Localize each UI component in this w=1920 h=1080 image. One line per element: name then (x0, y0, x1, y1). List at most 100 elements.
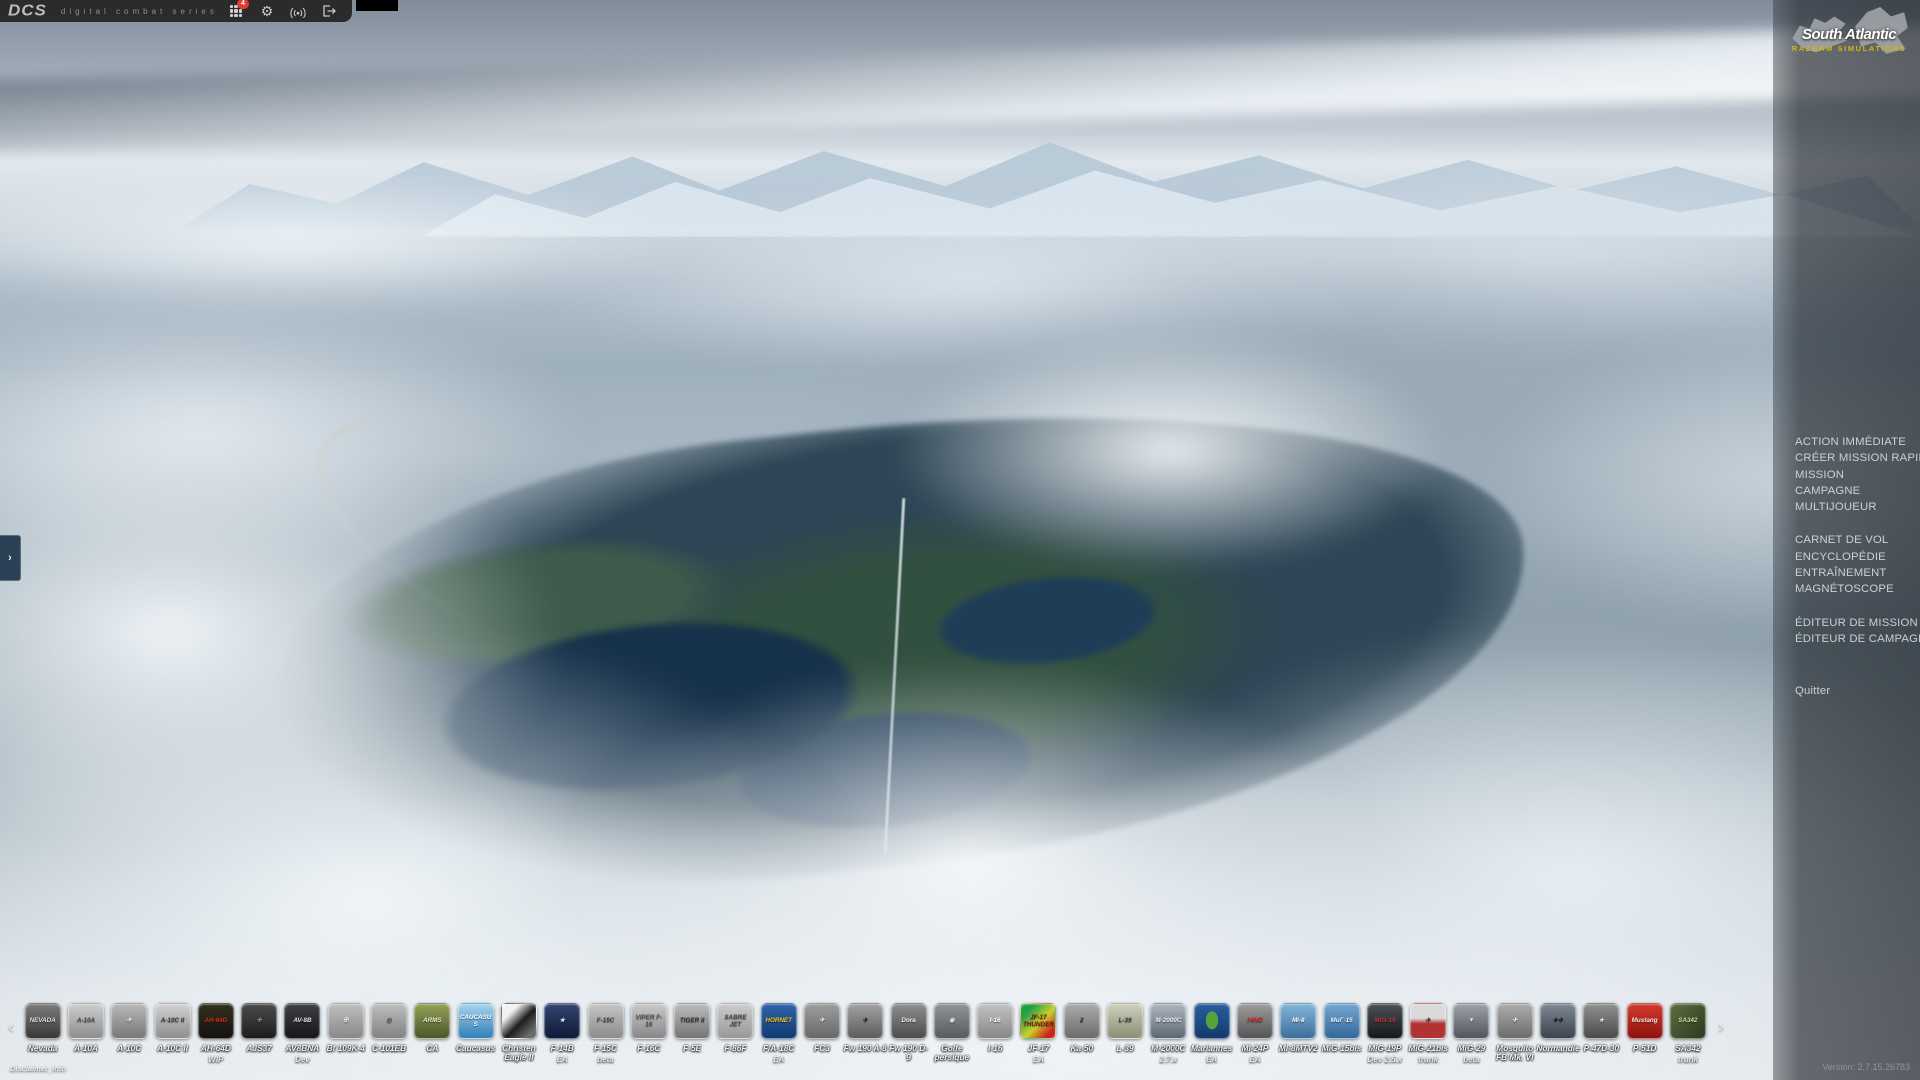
disclaimer-link[interactable]: Disclaimer_Info (10, 1064, 66, 1073)
module-f-16c[interactable]: VIPER F-16F-16C (627, 1003, 670, 1064)
module-mariannes[interactable]: MariannesEA (1190, 1003, 1233, 1064)
menu-item-action-immediate[interactable]: ACTION IMMÉDIATE (1795, 434, 1920, 450)
module-icon[interactable]: Mustang (1627, 1003, 1663, 1039)
module-icon[interactable]: ✈ (804, 1003, 840, 1039)
module-icon[interactable]: ✈ (1410, 1003, 1446, 1039)
module-f-a-18c[interactable]: HORNETF/A-18CEA (757, 1003, 800, 1064)
module-icon[interactable]: ARMS (414, 1003, 450, 1039)
module-icon[interactable]: ◉ (934, 1003, 970, 1039)
module-icon[interactable]: Mi-8 (1280, 1003, 1316, 1039)
module-icon[interactable]: JF-17 THUNDER (1020, 1003, 1056, 1039)
module-christen-eagle-ii[interactable]: Christen Eagle II (497, 1003, 540, 1064)
module-jf-17[interactable]: JF-17 THUNDERJF-17EA (1017, 1003, 1060, 1064)
menu-item-mission[interactable]: MISSION (1795, 467, 1920, 483)
module-icon[interactable]: ★ (1583, 1003, 1619, 1039)
module-p-51d[interactable]: MustangP-51D (1623, 1003, 1666, 1064)
menu-item-carnet-de-vol[interactable]: CARNET DE VOL (1795, 532, 1920, 548)
module-icon[interactable]: CAUCASUS (458, 1003, 494, 1039)
module-icon[interactable]: AV-8B (284, 1003, 320, 1039)
modules-grid-icon[interactable]: 4 (228, 3, 244, 19)
module-sa342[interactable]: SA342SA342trunk (1666, 1003, 1709, 1064)
module-ka-50[interactable]: 2Ka-50 (1060, 1003, 1103, 1064)
module-icon[interactable]: ✈ (1497, 1003, 1533, 1039)
module-p-47d-30[interactable]: ★P-47D-30 (1580, 1003, 1623, 1064)
module-icon[interactable]: TIGER II (674, 1003, 710, 1039)
module-icon[interactable]: ✛ (241, 1003, 277, 1039)
module-f-14b[interactable]: ★F-14BEA (541, 1003, 584, 1064)
module-icon[interactable]: A-10C II (155, 1003, 191, 1039)
module-f-86f[interactable]: SABRE JETF-86F (714, 1003, 757, 1064)
module-icon[interactable]: ✈ (111, 1003, 147, 1039)
module-icon[interactable]: AH-64D (198, 1003, 234, 1039)
module-ah-64d[interactable]: AH-64DAH-64DWIP (194, 1003, 237, 1064)
module-f-5e[interactable]: TIGER IIF-5E (670, 1003, 713, 1064)
module-icon[interactable]: SA342 (1670, 1003, 1706, 1039)
module-a-10c-ii[interactable]: A-10C IIA-10C II (151, 1003, 194, 1064)
scroll-right-button[interactable]: › (1718, 1017, 1724, 1037)
module-icon[interactable]: HIND (1237, 1003, 1273, 1039)
menu-item-quitter[interactable]: Quitter (1795, 683, 1920, 699)
module-m-2000c[interactable]: M-2000CM-2000C2.7.x (1147, 1003, 1190, 1064)
module-mig-21bis[interactable]: ✈MiG-21bistrunk (1407, 1003, 1450, 1064)
module-icon[interactable]: I-16 (977, 1003, 1013, 1039)
module-l-39[interactable]: L-39L-39 (1103, 1003, 1146, 1064)
settings-gear-icon[interactable]: ⚙ (259, 3, 275, 19)
module-bf-109k-4[interactable]: ✠Bf 109K-4 (324, 1003, 367, 1064)
module-normandie[interactable]: ✈✈Normandie (1536, 1003, 1579, 1064)
exit-icon[interactable] (321, 3, 337, 19)
menu-item-editeur-de-campagne[interactable]: ÉDITEUR DE CAMPAGNE (1795, 631, 1920, 647)
module-icon[interactable]: МиГ-15 (1324, 1003, 1360, 1039)
menu-item-campagne[interactable]: CAMPAGNE (1795, 483, 1920, 499)
module-c-101eb[interactable]: ◎C-101EB (367, 1003, 410, 1064)
module-ajs37[interactable]: ✛AJS37 (237, 1003, 280, 1064)
module-icon[interactable]: NEVADA (25, 1003, 61, 1039)
module-a-10c[interactable]: ✈A-10C (108, 1003, 151, 1064)
module-mig-19p[interactable]: MiG-19MiG-19PDev 2.5.x (1363, 1003, 1406, 1064)
module-mosquito-fb-mk-vi[interactable]: ✈Mosquito FB Mk. VI (1493, 1003, 1536, 1064)
module-icon[interactable]: ✈ (847, 1003, 883, 1039)
module-mig-29[interactable]: ▼MiG-29beta (1450, 1003, 1493, 1064)
module-icon[interactable] (1194, 1003, 1230, 1039)
module-icon[interactable]: L-39 (1107, 1003, 1143, 1039)
module-fw-190-d-9[interactable]: DoraFw 190 D-9 (887, 1003, 930, 1064)
module-label: M-2000C (1151, 1044, 1185, 1053)
module-icon[interactable]: A-10A (68, 1003, 104, 1039)
module-nevada[interactable]: NEVADANevada (21, 1003, 64, 1064)
module-icon[interactable]: ▼ (1453, 1003, 1489, 1039)
menu-item-entrainement[interactable]: ENTRAÎNEMENT (1795, 565, 1920, 581)
module-caucasus[interactable]: CAUCASUSCaucasus (454, 1003, 497, 1064)
menu-item-magnetoscope[interactable]: MAGNÉTOSCOPE (1795, 581, 1920, 597)
module-a-10a[interactable]: A-10AA-10A (64, 1003, 107, 1064)
module-golfe-persique[interactable]: ◉Golfe persique (930, 1003, 973, 1064)
module-icon[interactable]: ◎ (371, 1003, 407, 1039)
module-icon[interactable]: ★ (544, 1003, 580, 1039)
module-icon[interactable]: VIPER F-16 (631, 1003, 667, 1039)
module-sublabel: EA (1249, 1055, 1260, 1064)
menu-item-creer-mission-rapide[interactable]: CRÉER MISSION RAPIDE (1795, 450, 1920, 466)
module-icon[interactable]: M-2000C (1150, 1003, 1186, 1039)
transmitter-icon[interactable] (290, 3, 306, 19)
module-icon[interactable]: ✠ (328, 1003, 364, 1039)
module-mig-15bis[interactable]: МиГ-15MiG-15bis (1320, 1003, 1363, 1064)
module-icon[interactable]: 2 (1064, 1003, 1100, 1039)
menu-item-encyclopedie[interactable]: ENCYCLOPÉDIE (1795, 549, 1920, 565)
module-icon[interactable]: F-15C (588, 1003, 624, 1039)
menu-item-editeur-de-mission[interactable]: ÉDITEUR DE MISSION (1795, 615, 1920, 631)
left-panel-expander[interactable]: › (0, 535, 21, 581)
menu-item-multijoueur[interactable]: MULTIJOUEUR (1795, 499, 1920, 515)
module-icon[interactable]: MiG-19 (1367, 1003, 1403, 1039)
module-icon[interactable]: SABRE JET (717, 1003, 753, 1039)
module-f-15c[interactable]: F-15CF-15Cbeta (584, 1003, 627, 1064)
module-ca[interactable]: ARMSCA (411, 1003, 454, 1064)
module-mi-8mtv2[interactable]: Mi-8MI-8MTV2 (1277, 1003, 1320, 1064)
module-av8bna[interactable]: AV-8BAV8BNADev (281, 1003, 324, 1064)
module-i-16[interactable]: I-16I-16 (974, 1003, 1017, 1064)
module-icon[interactable]: Dora (891, 1003, 927, 1039)
module-icon[interactable]: HORNET (761, 1003, 797, 1039)
module-mi-24p[interactable]: HINDMI-24PEA (1233, 1003, 1276, 1064)
module-fc3[interactable]: ✈FC3 (800, 1003, 843, 1064)
module-icon[interactable]: ✈✈ (1540, 1003, 1576, 1039)
module-fw-190-a-8[interactable]: ✈Fw 190 A-8 (844, 1003, 887, 1064)
scroll-left-button[interactable]: ‹ (8, 1017, 14, 1037)
module-icon[interactable] (501, 1003, 537, 1039)
